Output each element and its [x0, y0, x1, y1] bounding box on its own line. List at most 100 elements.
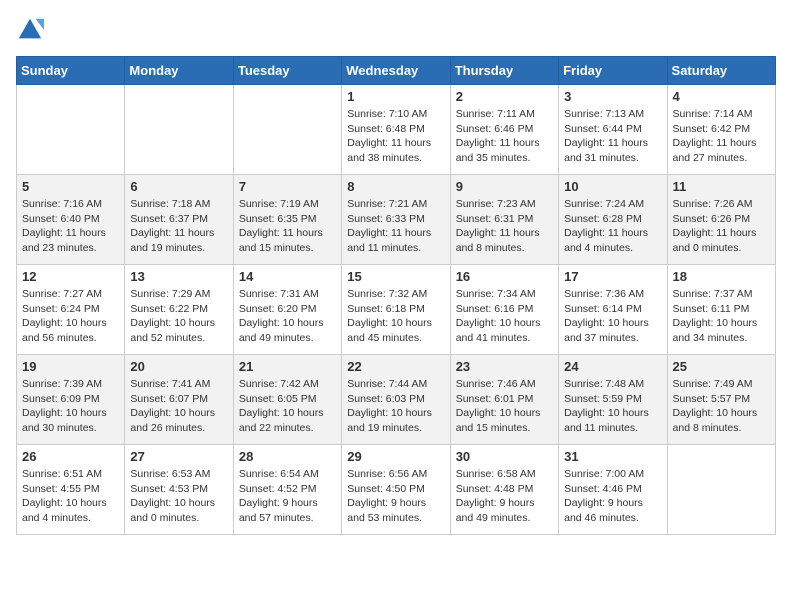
- day-number: 2: [456, 89, 553, 104]
- day-number: 27: [130, 449, 227, 464]
- day-info: Sunrise: 7:32 AM Sunset: 6:18 PM Dayligh…: [347, 287, 444, 346]
- day-number: 22: [347, 359, 444, 374]
- calendar-cell: [17, 85, 125, 175]
- calendar-cell: [233, 85, 341, 175]
- day-number: 28: [239, 449, 336, 464]
- calendar-cell: 21Sunrise: 7:42 AM Sunset: 6:05 PM Dayli…: [233, 355, 341, 445]
- day-info: Sunrise: 7:00 AM Sunset: 4:46 PM Dayligh…: [564, 467, 661, 526]
- day-info: Sunrise: 7:23 AM Sunset: 6:31 PM Dayligh…: [456, 197, 553, 256]
- day-number: 5: [22, 179, 119, 194]
- day-number: 21: [239, 359, 336, 374]
- day-info: Sunrise: 7:10 AM Sunset: 6:48 PM Dayligh…: [347, 107, 444, 166]
- calendar-table: SundayMondayTuesdayWednesdayThursdayFrid…: [16, 56, 776, 535]
- calendar-week-row: 1 Sunrise: 7:10 AM Sunset: 6:48 PM Daylig…: [17, 85, 776, 175]
- calendar-cell: 6 Sunrise: 7:18 AM Sunset: 6:37 PM Daylig…: [125, 175, 233, 265]
- calendar-cell: 12 Sunrise: 7:27 AM Sunset: 6:24 PM Dayli…: [17, 265, 125, 355]
- day-info: Sunrise: 7:44 AM Sunset: 6:03 PM Dayligh…: [347, 377, 444, 436]
- day-info: Sunrise: 7:49 AM Sunset: 5:57 PM Dayligh…: [673, 377, 770, 436]
- day-info: Sunrise: 7:37 AM Sunset: 6:11 PM Dayligh…: [673, 287, 770, 346]
- day-number: 24: [564, 359, 661, 374]
- calendar-week-row: 26Sunrise: 6:51 AM Sunset: 4:55 PM Dayli…: [17, 445, 776, 535]
- calendar-cell: 20 Sunrise: 7:41 AM Sunset: 6:07 PM Dayli…: [125, 355, 233, 445]
- calendar-header-row: SundayMondayTuesdayWednesdayThursdayFrid…: [17, 57, 776, 85]
- day-number: 25: [673, 359, 770, 374]
- day-number: 1: [347, 89, 444, 104]
- day-info: Sunrise: 7:31 AM Sunset: 6:20 PM Dayligh…: [239, 287, 336, 346]
- day-of-week-header: Thursday: [450, 57, 558, 85]
- day-info: Sunrise: 6:58 AM Sunset: 4:48 PM Dayligh…: [456, 467, 553, 526]
- day-of-week-header: Monday: [125, 57, 233, 85]
- day-info: Sunrise: 7:11 AM Sunset: 6:46 PM Dayligh…: [456, 107, 553, 166]
- day-number: 11: [673, 179, 770, 194]
- day-of-week-header: Sunday: [17, 57, 125, 85]
- calendar-cell: 5 Sunrise: 7:16 AM Sunset: 6:40 PM Daylig…: [17, 175, 125, 265]
- day-number: 6: [130, 179, 227, 194]
- calendar-cell: 16 Sunrise: 7:34 AM Sunset: 6:16 PM Dayli…: [450, 265, 558, 355]
- day-number: 30: [456, 449, 553, 464]
- day-number: 12: [22, 269, 119, 284]
- calendar-cell: 18 Sunrise: 7:37 AM Sunset: 6:11 PM Dayli…: [667, 265, 775, 355]
- day-number: 29: [347, 449, 444, 464]
- calendar-cell: 27 Sunrise: 6:53 AM Sunset: 4:53 PM Dayli…: [125, 445, 233, 535]
- day-number: 9: [456, 179, 553, 194]
- calendar-cell: [125, 85, 233, 175]
- day-number: 13: [130, 269, 227, 284]
- day-number: 23: [456, 359, 553, 374]
- calendar-cell: 11 Sunrise: 7:26 AM Sunset: 6:26 PM Dayli…: [667, 175, 775, 265]
- day-number: 15: [347, 269, 444, 284]
- day-info: Sunrise: 7:13 AM Sunset: 6:44 PM Dayligh…: [564, 107, 661, 166]
- calendar-week-row: 19 Sunrise: 7:39 AM Sunset: 6:09 PM Dayli…: [17, 355, 776, 445]
- day-number: 18: [673, 269, 770, 284]
- day-info: Sunrise: 7:21 AM Sunset: 6:33 PM Dayligh…: [347, 197, 444, 256]
- day-number: 3: [564, 89, 661, 104]
- day-info: Sunrise: 7:27 AM Sunset: 6:24 PM Dayligh…: [22, 287, 119, 346]
- day-number: 31: [564, 449, 661, 464]
- calendar-cell: 9 Sunrise: 7:23 AM Sunset: 6:31 PM Daylig…: [450, 175, 558, 265]
- day-number: 4: [673, 89, 770, 104]
- day-info: Sunrise: 6:53 AM Sunset: 4:53 PM Dayligh…: [130, 467, 227, 526]
- day-info: Sunrise: 7:39 AM Sunset: 6:09 PM Dayligh…: [22, 377, 119, 436]
- day-info: Sunrise: 7:24 AM Sunset: 6:28 PM Dayligh…: [564, 197, 661, 256]
- day-of-week-header: Saturday: [667, 57, 775, 85]
- day-info: Sunrise: 7:41 AM Sunset: 6:07 PM Dayligh…: [130, 377, 227, 436]
- calendar-cell: 17 Sunrise: 7:36 AM Sunset: 6:14 PM Dayli…: [559, 265, 667, 355]
- calendar-cell: 26Sunrise: 6:51 AM Sunset: 4:55 PM Dayli…: [17, 445, 125, 535]
- day-info: Sunrise: 7:16 AM Sunset: 6:40 PM Dayligh…: [22, 197, 119, 256]
- day-number: 17: [564, 269, 661, 284]
- day-number: 14: [239, 269, 336, 284]
- calendar-cell: 13 Sunrise: 7:29 AM Sunset: 6:22 PM Dayli…: [125, 265, 233, 355]
- day-info: Sunrise: 6:51 AM Sunset: 4:55 PM Dayligh…: [22, 467, 119, 526]
- day-info: Sunrise: 7:29 AM Sunset: 6:22 PM Dayligh…: [130, 287, 227, 346]
- day-info: Sunrise: 7:18 AM Sunset: 6:37 PM Dayligh…: [130, 197, 227, 256]
- day-of-week-header: Friday: [559, 57, 667, 85]
- calendar-cell: 29 Sunrise: 6:56 AM Sunset: 4:50 PM Dayli…: [342, 445, 450, 535]
- day-info: Sunrise: 6:56 AM Sunset: 4:50 PM Dayligh…: [347, 467, 444, 526]
- logo: [16, 16, 48, 44]
- day-number: 20: [130, 359, 227, 374]
- day-number: 8: [347, 179, 444, 194]
- calendar-cell: 31 Sunrise: 7:00 AM Sunset: 4:46 PM Dayli…: [559, 445, 667, 535]
- day-number: 7: [239, 179, 336, 194]
- day-number: 19: [22, 359, 119, 374]
- day-info: Sunrise: 7:46 AM Sunset: 6:01 PM Dayligh…: [456, 377, 553, 436]
- calendar-cell: 7 Sunrise: 7:19 AM Sunset: 6:35 PM Daylig…: [233, 175, 341, 265]
- logo-icon: [16, 16, 44, 44]
- page-header: [16, 16, 776, 44]
- day-info: Sunrise: 7:36 AM Sunset: 6:14 PM Dayligh…: [564, 287, 661, 346]
- day-info: Sunrise: 7:48 AM Sunset: 5:59 PM Dayligh…: [564, 377, 661, 436]
- day-info: Sunrise: 7:34 AM Sunset: 6:16 PM Dayligh…: [456, 287, 553, 346]
- calendar-cell: 30 Sunrise: 6:58 AM Sunset: 4:48 PM Dayli…: [450, 445, 558, 535]
- day-of-week-header: Wednesday: [342, 57, 450, 85]
- day-info: Sunrise: 7:26 AM Sunset: 6:26 PM Dayligh…: [673, 197, 770, 256]
- day-info: Sunrise: 7:19 AM Sunset: 6:35 PM Dayligh…: [239, 197, 336, 256]
- calendar-cell: 14 Sunrise: 7:31 AM Sunset: 6:20 PM Dayli…: [233, 265, 341, 355]
- calendar-cell: 22 Sunrise: 7:44 AM Sunset: 6:03 PM Dayli…: [342, 355, 450, 445]
- day-of-week-header: Tuesday: [233, 57, 341, 85]
- day-info: Sunrise: 6:54 AM Sunset: 4:52 PM Dayligh…: [239, 467, 336, 526]
- calendar-cell: 28 Sunrise: 6:54 AM Sunset: 4:52 PM Dayli…: [233, 445, 341, 535]
- calendar-cell: 23 Sunrise: 7:46 AM Sunset: 6:01 PM Dayli…: [450, 355, 558, 445]
- calendar-cell: 8 Sunrise: 7:21 AM Sunset: 6:33 PM Daylig…: [342, 175, 450, 265]
- day-number: 16: [456, 269, 553, 284]
- calendar-cell: 15 Sunrise: 7:32 AM Sunset: 6:18 PM Dayli…: [342, 265, 450, 355]
- calendar-cell: 4Sunrise: 7:14 AM Sunset: 6:42 PM Daylig…: [667, 85, 775, 175]
